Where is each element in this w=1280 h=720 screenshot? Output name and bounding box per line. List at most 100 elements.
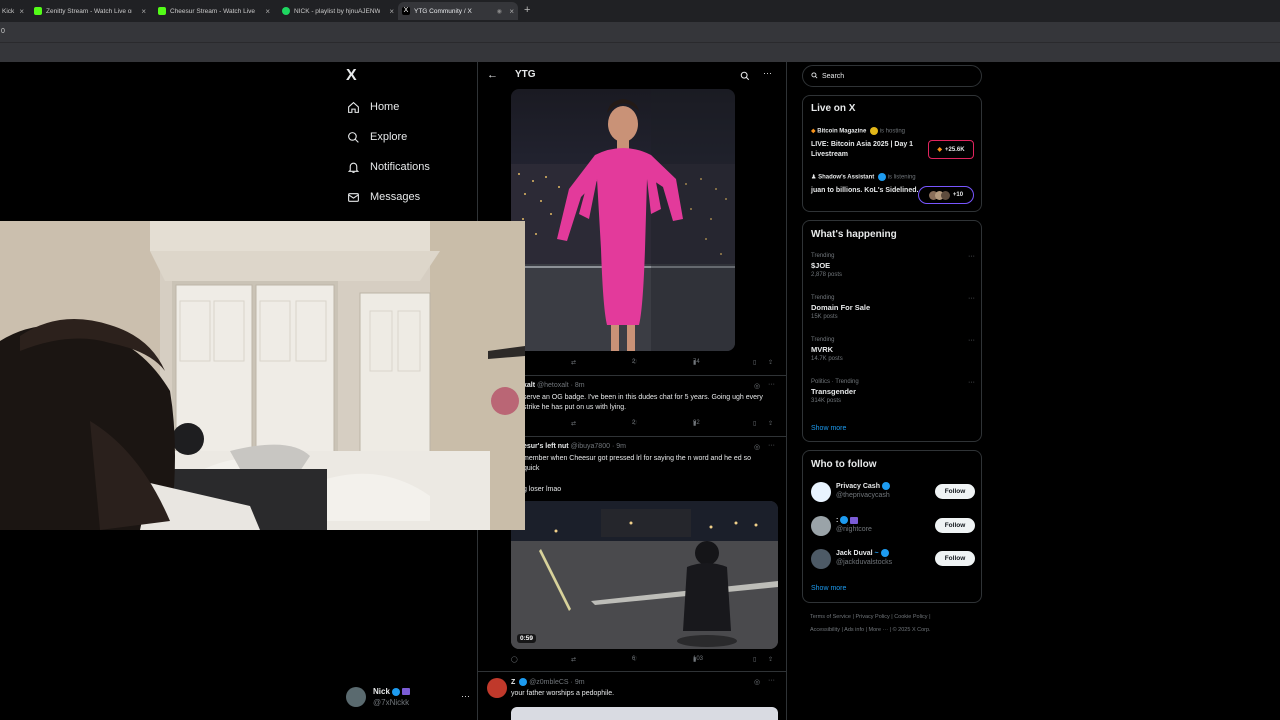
more-icon[interactable]: ··· [968, 253, 975, 260]
follow-button[interactable]: Follow [935, 551, 975, 566]
tab-spotify[interactable]: NICK - playlist by hjnuAJENWP × [278, 2, 398, 20]
avatar[interactable] [487, 678, 507, 698]
share-icon[interactable]: ⇪ [768, 359, 773, 366]
repost-icon[interactable]: ⇄ [571, 656, 576, 663]
trend-category: Politics · Trending [811, 379, 859, 385]
search-icon[interactable] [740, 68, 750, 86]
footer-link[interactable]: Ads info [844, 627, 864, 633]
trend-item[interactable]: Trending MVRK 14.7K posts ··· [811, 337, 975, 362]
repost-icon[interactable]: ⇄ [571, 420, 576, 427]
footer-link[interactable]: Accessibility [810, 627, 840, 633]
bookmark-icon[interactable]: ▯ [753, 359, 756, 366]
footer-link[interactable]: Cookie Policy [894, 614, 927, 620]
close-icon[interactable]: × [19, 7, 24, 16]
more-icon[interactable]: ··· [768, 442, 775, 449]
bookmark-icon[interactable]: ▯ [753, 420, 756, 427]
tab-kick[interactable]: Kick × [0, 2, 28, 20]
close-icon[interactable]: × [389, 7, 394, 16]
search-input[interactable]: Search [802, 65, 982, 87]
close-icon[interactable]: × [141, 7, 146, 16]
post-text-line: g loser lmao [523, 486, 562, 493]
tab-zenitty[interactable]: Zenitty Stream - Watch Live on Kick × [30, 2, 150, 20]
back-arrow-icon[interactable]: ← [487, 69, 498, 81]
avatar-stack [928, 190, 950, 200]
new-tab-button[interactable]: + [524, 4, 530, 16]
nav-item-home[interactable]: Home [346, 100, 399, 114]
trend-item[interactable]: Trending $JOE 2,878 posts ··· [811, 253, 975, 278]
account-switcher[interactable]: Nick @7xNickk ··· [346, 685, 474, 709]
text-glyph: : [836, 516, 839, 524]
share-icon[interactable]: ⇪ [768, 656, 773, 663]
live-host-row[interactable]: ♟ Shadow's Assistant is listening [811, 173, 916, 181]
footer-link[interactable]: More ··· [869, 627, 889, 633]
follow-suggestion[interactable]: Privacy Cash @theprivacycash Follow [811, 481, 975, 503]
author-handle[interactable]: @ibuya7800 [571, 443, 610, 450]
author-handle[interactable]: @hetoxalt [537, 382, 569, 389]
close-icon[interactable]: × [509, 7, 514, 16]
audio-icon[interactable]: ◉ [497, 8, 502, 15]
user-handle: @jackduvalstocks [836, 559, 893, 566]
trend-category: Trending [811, 253, 835, 259]
trend-count: 2,878 posts [811, 272, 843, 278]
post-image[interactable] [511, 89, 735, 351]
live-title[interactable]: LIVE: Bitcoin Asia 2025 | Day 1 Livestre… [811, 140, 923, 160]
grok-icon[interactable]: ◎ [754, 443, 760, 451]
footer-separator: | [891, 614, 893, 620]
trend-name: $JOE [811, 261, 831, 270]
follow-button[interactable]: Follow [935, 484, 975, 499]
show-more-link[interactable]: Show more [811, 585, 846, 592]
verified-icon [880, 549, 889, 557]
live-title[interactable]: juan to billions. KoL's Sidelined. [811, 186, 923, 196]
reply-icon[interactable]: ◯ [511, 656, 518, 663]
footer-link[interactable]: Terms of Service [810, 614, 851, 620]
trend-item[interactable]: Politics · Trending Transgender 314K pos… [811, 379, 975, 404]
who-to-follow-panel: Who to follow Privacy Cash @theprivacyca… [802, 450, 982, 603]
search-icon [811, 71, 818, 81]
tab-x-community[interactable]: X YTG Community / X ◉ × [398, 2, 518, 20]
whats-happening-panel: What's happening Trending $JOE 2,878 pos… [802, 220, 982, 442]
tab-cheesur[interactable]: Cheesur Stream - Watch Live on Kick × [154, 2, 274, 20]
trend-count: 314K posts [811, 398, 842, 404]
more-icon[interactable]: ··· [968, 337, 975, 344]
author-name[interactable]: esur's left nut [523, 443, 569, 450]
x-logo-icon[interactable]: X [346, 67, 357, 85]
trend-count: 15K posts [811, 314, 838, 320]
footer-link[interactable]: Privacy Policy [855, 614, 889, 620]
nav-label: Home [370, 101, 400, 113]
more-icon[interactable]: ··· [768, 677, 775, 684]
show-more-link[interactable]: Show more [811, 425, 846, 432]
person-icon: ♟ [811, 174, 817, 181]
spotify-favicon-icon [282, 7, 290, 15]
trend-item[interactable]: Trending Domain For Sale 15K posts ··· [811, 295, 975, 320]
live-listeners-pill[interactable]: +10 [918, 186, 974, 204]
more-icon[interactable]: ··· [968, 295, 975, 302]
quoted-post-preview[interactable] [511, 707, 778, 720]
follow-button[interactable]: Follow [935, 518, 975, 533]
close-icon[interactable]: × [265, 7, 270, 16]
author-handle[interactable]: @z0mbleCS [529, 679, 568, 686]
more-icon[interactable]: ··· [968, 379, 975, 386]
post-header: Z @z0mbleCS · 9m [511, 678, 585, 686]
address-bar[interactable]: 0 [0, 22, 1280, 42]
more-icon[interactable]: ··· [768, 381, 775, 388]
nav-item-messages[interactable]: Messages [346, 190, 420, 204]
nav-item-notifications[interactable]: Notifications [346, 160, 430, 174]
live-host-row[interactable]: ◆ Bitcoin Magazine is hosting [811, 127, 905, 135]
grok-icon[interactable]: ◎ [754, 382, 760, 390]
kick-favicon-icon [34, 7, 42, 15]
nav-item-explore[interactable]: Explore [346, 130, 407, 144]
more-icon[interactable]: ··· [763, 68, 772, 78]
repost-icon[interactable]: ⇄ [571, 359, 576, 366]
live-listeners-pill[interactable]: ◆ +25.6K [928, 140, 974, 159]
follow-suggestion[interactable]: Jack Duval ~ @jackduvalstocks Follow [811, 548, 975, 570]
post-video[interactable]: 0:59 [511, 501, 778, 649]
share-icon[interactable]: ⇪ [768, 420, 773, 427]
avatar [811, 482, 831, 502]
follow-suggestion[interactable]: : @nightcore Follow [811, 515, 975, 537]
grok-icon[interactable]: ◎ [754, 678, 760, 686]
more-icon[interactable]: ··· [461, 691, 470, 701]
bookmark-icon[interactable]: ▯ [753, 656, 756, 663]
views-count: 92 [693, 420, 700, 426]
author-name[interactable]: Z [511, 679, 515, 686]
trend-count: 14.7K posts [811, 356, 843, 362]
